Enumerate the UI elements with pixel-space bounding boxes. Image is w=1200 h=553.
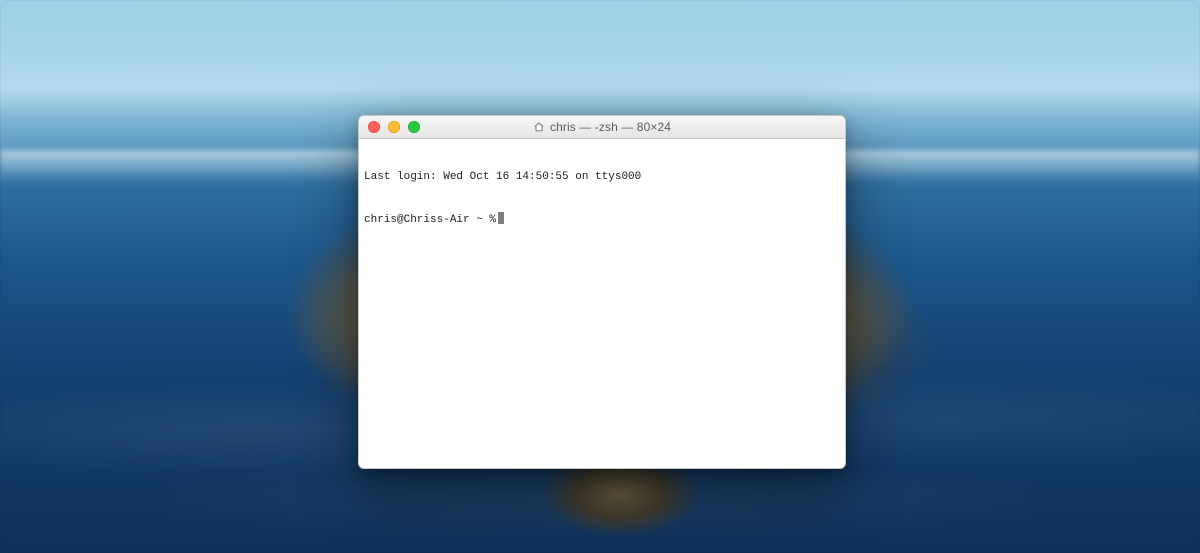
traffic-lights	[359, 121, 420, 133]
zoom-button[interactable]	[408, 121, 420, 133]
terminal-body[interactable]: Last login: Wed Oct 16 14:50:55 on ttys0…	[359, 139, 845, 258]
minimize-button[interactable]	[388, 121, 400, 133]
terminal-prompt-line: chris@Chriss-Air ~ %	[364, 212, 840, 227]
close-button[interactable]	[368, 121, 380, 133]
terminal-cursor[interactable]	[498, 212, 504, 224]
island-rock	[520, 460, 720, 553]
desktop-wallpaper: chris — -zsh — 80×24 Last login: Wed Oct…	[0, 0, 1200, 553]
window-titlebar[interactable]: chris — -zsh — 80×24	[359, 116, 845, 139]
window-title: chris — -zsh — 80×24	[550, 120, 671, 134]
home-icon	[533, 121, 545, 133]
terminal-last-login: Last login: Wed Oct 16 14:50:55 on ttys0…	[364, 170, 840, 184]
terminal-window[interactable]: chris — -zsh — 80×24 Last login: Wed Oct…	[358, 115, 846, 469]
terminal-prompt: chris@Chriss-Air ~ %	[364, 214, 496, 226]
